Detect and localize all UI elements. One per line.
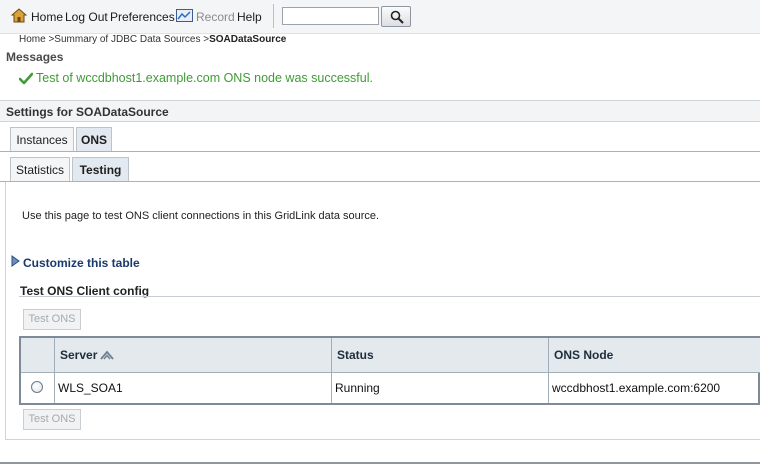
search-input[interactable] (282, 7, 379, 25)
breadcrumb-summary[interactable]: Summary of JDBC Data Sources > (54, 34, 209, 45)
cell-server: WLS_SOA1 (55, 372, 332, 403)
settings-title: Settings for SOADataSource (6, 105, 169, 119)
breadcrumb: Home >Summary of JDBC Data Sources >SOAD… (19, 34, 286, 45)
record-link[interactable]: Record (196, 10, 235, 24)
logout-link[interactable]: Log Out (65, 10, 108, 24)
test-ons-button-bottom[interactable]: Test ONS (23, 409, 81, 430)
checkmark-icon (19, 72, 33, 85)
footer-divider (0, 462, 760, 464)
search-button[interactable] (381, 6, 411, 27)
tab-ons[interactable]: ONS (76, 127, 112, 151)
record-icon (176, 9, 193, 22)
ons-client-table: Server Status ONS Node WLS_SOA1 Running … (19, 336, 760, 405)
search-icon (390, 10, 404, 24)
column-header-server[interactable]: Server (55, 338, 332, 372)
success-message: Test of wccdbhost1.example.com ONS node … (36, 71, 373, 85)
page-description: Use this page to test ONS client connect… (22, 210, 380, 222)
cell-status: Running (332, 372, 549, 403)
home-link[interactable]: Home (31, 10, 63, 24)
global-toolbar: Home Log Out Preferences Record Help (0, 0, 760, 34)
row-radio-button[interactable] (31, 381, 43, 393)
column-header-ons-node[interactable]: ONS Node (549, 338, 760, 372)
tab-testing[interactable]: Testing (72, 157, 129, 181)
expand-triangle-icon[interactable] (11, 255, 20, 267)
home-icon[interactable] (11, 8, 27, 23)
preferences-link[interactable]: Preferences (110, 10, 175, 24)
help-link[interactable]: Help (237, 10, 262, 24)
select-column-header (21, 338, 55, 372)
customize-table-link[interactable]: Customize this table (23, 256, 140, 270)
test-ons-button[interactable]: Test ONS (23, 309, 81, 330)
column-header-server-label: Server (60, 348, 98, 362)
messages-heading: Messages (6, 50, 64, 64)
column-header-status[interactable]: Status (332, 338, 549, 372)
primary-tab-divider (0, 151, 760, 152)
sort-ascending-icon[interactable] (100, 350, 114, 360)
tab-instances[interactable]: Instances (10, 127, 74, 151)
tab-statistics[interactable]: Statistics (10, 157, 70, 181)
cell-ons-node: wccdbhost1.example.com:6200 (549, 372, 760, 403)
table-title-divider (19, 296, 760, 297)
row-select-cell (21, 372, 55, 403)
breadcrumb-current: SOADataSource (209, 34, 287, 45)
toolbar-divider (273, 4, 274, 28)
breadcrumb-home[interactable]: Home > (19, 34, 54, 45)
